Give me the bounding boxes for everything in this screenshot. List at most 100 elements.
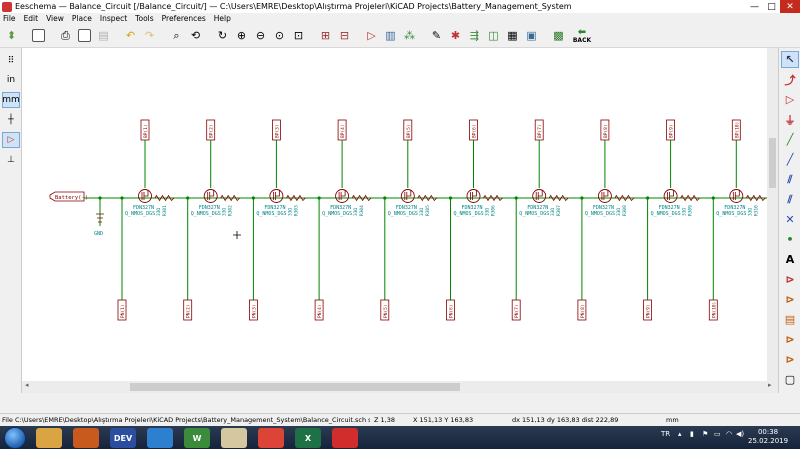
- menu-view[interactable]: View: [46, 14, 64, 23]
- spice-icon[interactable]: ▣: [523, 27, 540, 44]
- resistor-ref-text[interactable]: R305: [425, 205, 431, 216]
- network-icon[interactable]: ▮: [690, 430, 694, 438]
- taskbar-virtualbox-icon[interactable]: [147, 428, 173, 448]
- annotate-icon[interactable]: ⁂: [401, 27, 418, 44]
- bug-erc-icon[interactable]: ✱: [447, 27, 464, 44]
- undo-icon[interactable]: ↶: [122, 27, 139, 44]
- volume-icon[interactable]: ◀): [736, 430, 744, 438]
- mosfet-type-text[interactable]: Q_NMOS_DGS: [388, 211, 418, 217]
- mosfet-type-text[interactable]: Q_NMOS_DGS: [519, 211, 549, 217]
- resistor-value-text[interactable]: 33Ω: [156, 208, 162, 216]
- library-browser-icon[interactable]: ▥: [382, 27, 399, 44]
- schematic-canvas[interactable]: Battery(-) GND PN(1) BP(1) FDN327N Q_NMOS_DGS…: [22, 48, 767, 381]
- horizontal-scrollbar[interactable]: ◂ ▸: [22, 381, 778, 393]
- resistor-value-text[interactable]: 33Ω: [419, 208, 425, 216]
- bp-label-text[interactable]: BP(4): [340, 124, 346, 138]
- scroll-right-icon[interactable]: ▸: [768, 381, 772, 389]
- bp-label-text[interactable]: BP(5): [406, 124, 412, 138]
- hierarchy-navigator-icon[interactable]: ⊞: [317, 27, 334, 44]
- bp-label-text[interactable]: BP(10): [734, 122, 740, 138]
- add-junction-icon[interactable]: •: [781, 231, 799, 248]
- action-center-icon[interactable]: ⚑: [702, 430, 708, 438]
- bom-icon[interactable]: ▦: [504, 27, 521, 44]
- resistor-ref-text[interactable]: R302: [228, 205, 234, 216]
- horizontal-scroll-thumb[interactable]: [130, 383, 460, 391]
- add-symbol-icon[interactable]: ▷: [781, 91, 799, 108]
- bp-label-text[interactable]: BP(7): [537, 124, 543, 138]
- menu-inspect[interactable]: Inspect: [100, 14, 127, 23]
- resistor-value-text[interactable]: 33Ω: [353, 208, 359, 216]
- resistor-ref-text[interactable]: R301: [162, 205, 168, 216]
- language-indicator[interactable]: TR: [661, 430, 670, 438]
- scroll-left-icon[interactable]: ◂: [25, 381, 29, 389]
- pn-label-text[interactable]: PN(10): [711, 302, 717, 318]
- highlight-net-icon[interactable]: ⤴: [781, 71, 799, 88]
- menu-tools[interactable]: Tools: [135, 14, 153, 23]
- pn-label-text[interactable]: PN(7): [514, 304, 520, 318]
- taskbar-excel-icon[interactable]: X: [295, 428, 321, 448]
- menu-place[interactable]: Place: [72, 14, 92, 23]
- resistor-ref-text[interactable]: R306: [491, 205, 497, 216]
- taskbar-kicad-icon[interactable]: [221, 428, 247, 448]
- taskbar-winscp-icon[interactable]: W: [184, 428, 210, 448]
- menu-preferences[interactable]: Preferences: [162, 14, 206, 23]
- bp-label-text[interactable]: BP(6): [472, 124, 478, 138]
- menu-file[interactable]: File: [3, 14, 16, 23]
- resistor-value-text[interactable]: 33Ω: [747, 208, 753, 216]
- mosfet-type-text[interactable]: Q_NMOS_DGS: [716, 211, 746, 217]
- resistor-value-text[interactable]: 33Ω: [682, 208, 688, 216]
- minimize-button[interactable]: —: [746, 0, 763, 13]
- menu-edit[interactable]: Edit: [24, 14, 39, 23]
- menu-help[interactable]: Help: [214, 14, 231, 23]
- wifi-icon[interactable]: ◠: [726, 430, 732, 438]
- add-graphic-line-icon[interactable]: ▢: [781, 371, 799, 388]
- zoom-selection-icon[interactable]: ⊡: [290, 27, 307, 44]
- close-button[interactable]: ✕: [780, 0, 800, 13]
- zoom-fit-icon[interactable]: ⊙: [271, 27, 288, 44]
- add-hier-sheet-icon[interactable]: ▤: [781, 311, 799, 328]
- erc-icon[interactable]: ✎: [428, 27, 445, 44]
- battery-label-text[interactable]: Battery(-): [55, 195, 88, 201]
- find-icon[interactable]: ⌕: [168, 27, 185, 44]
- taskbar-devcpp-icon[interactable]: DEV: [110, 428, 136, 448]
- plot-icon[interactable]: [76, 27, 93, 44]
- netlist-icon[interactable]: ⇶: [466, 27, 483, 44]
- add-hier-label-icon[interactable]: ⊳: [781, 291, 799, 308]
- add-sheet-pin-icon[interactable]: ⊳: [781, 351, 799, 368]
- battery-icon[interactable]: ▭: [714, 430, 721, 438]
- mosfet-type-text[interactable]: Q_NMOS_DGS: [651, 211, 681, 217]
- resistor-ref-text[interactable]: R304: [359, 205, 365, 216]
- gnd-junction[interactable]: [98, 196, 102, 200]
- pn-label-text[interactable]: PN(3): [251, 304, 257, 318]
- pn-label-text[interactable]: PN(8): [580, 304, 586, 318]
- print-icon[interactable]: ⎙: [57, 27, 74, 44]
- paste-icon[interactable]: ▤: [95, 27, 112, 44]
- pn-label-text[interactable]: PN(1): [120, 304, 126, 318]
- no-connect-icon[interactable]: ✕: [781, 211, 799, 228]
- grid-toggle-icon[interactable]: ⠿: [2, 53, 20, 69]
- schematic-drawing[interactable]: Battery(-)GNDPN(1)BP(1)FDN327NQ_NMOS_DGS…: [22, 48, 767, 381]
- mosfet-type-text[interactable]: Q_NMOS_DGS: [454, 211, 484, 217]
- units-mm-button[interactable]: mm: [2, 92, 20, 108]
- redo-icon[interactable]: ↷: [141, 27, 158, 44]
- zoom-in-icon[interactable]: ⊕: [233, 27, 250, 44]
- resistor-ref-text[interactable]: R310: [753, 205, 759, 216]
- cursor-shape-icon[interactable]: ┼: [2, 112, 20, 128]
- find-replace-icon[interactable]: ⟲: [187, 27, 204, 44]
- symbol-editor-icon[interactable]: ▷: [363, 27, 380, 44]
- gnd-label-text[interactable]: GND: [94, 231, 103, 237]
- cursor-crosshair[interactable]: [233, 231, 241, 239]
- system-clock[interactable]: 00:38 25.02.2019: [748, 428, 788, 446]
- resistor-ref-text[interactable]: R303: [293, 205, 299, 216]
- page-settings-icon[interactable]: [30, 27, 47, 44]
- zoom-out-icon[interactable]: ⊖: [252, 27, 269, 44]
- bp-label-text[interactable]: BP(3): [274, 124, 280, 138]
- wire-to-bus-entry-icon[interactable]: ⫽: [781, 171, 799, 188]
- resistor-ref-text[interactable]: R309: [688, 205, 694, 216]
- bp-label-text[interactable]: BP(1): [143, 124, 149, 138]
- mosfet-type-text[interactable]: Q_NMOS_DGS: [256, 211, 286, 217]
- vertical-scroll-thumb[interactable]: [769, 138, 776, 188]
- pn-label-text[interactable]: PN(9): [646, 304, 652, 318]
- leave-sheet-icon[interactable]: ⊟: [336, 27, 353, 44]
- taskbar-acrobat-icon[interactable]: [332, 428, 358, 448]
